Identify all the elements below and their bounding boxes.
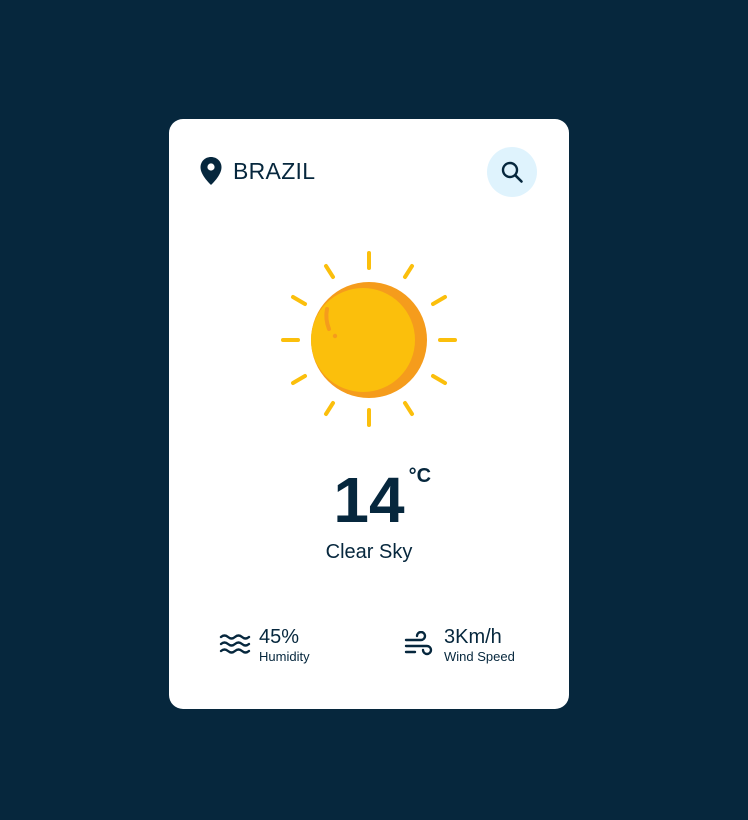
wind-value: 3Km/h (444, 626, 502, 648)
humidity-label: Humidity (259, 649, 310, 664)
weather-card: BRAZIL 14 °C Clear Sky 45% Humidity 3Km/… (169, 119, 569, 709)
temperature-unit: °C (408, 465, 432, 487)
temperature-number: 14 (333, 464, 405, 536)
map-pin-icon (200, 157, 222, 185)
search-button[interactable] (487, 147, 537, 197)
wind-icon (404, 631, 433, 656)
city-name: BRAZIL (233, 157, 316, 184)
temperature: 14 °C (169, 464, 569, 536)
humidity-value: 45% (259, 626, 300, 648)
wind-stat: 3Km/h Wind Speed (404, 625, 515, 665)
location: BRAZIL (199, 156, 315, 186)
wind-label: Wind Speed (444, 649, 515, 664)
waves-icon (219, 634, 251, 654)
search-icon (501, 161, 523, 183)
sun-icon (281, 251, 457, 427)
wind-text: 3Km/h Wind Speed (444, 625, 515, 665)
humidity-stat: 45% Humidity (219, 625, 310, 665)
humidity-text: 45% Humidity (259, 625, 310, 665)
weather-description: Clear Sky (325, 541, 413, 563)
temperature-value: 14 °C (333, 464, 431, 536)
